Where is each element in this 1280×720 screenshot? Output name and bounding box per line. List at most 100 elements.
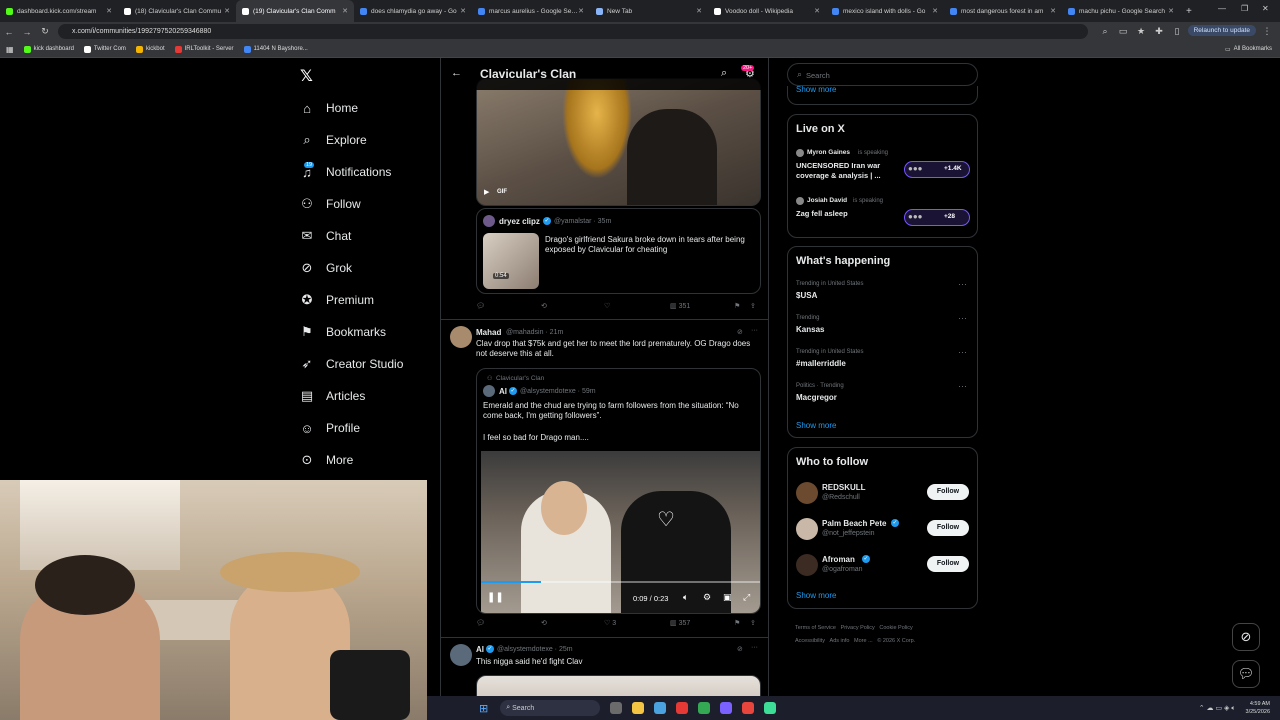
relaunch-button[interactable]: Relaunch to update bbox=[1187, 25, 1256, 36]
back-arrow-icon[interactable]: ← bbox=[451, 67, 462, 79]
new-tab-button[interactable]: + bbox=[1186, 6, 1192, 17]
footer-link[interactable]: Ads info bbox=[830, 638, 850, 644]
close-icon[interactable]: ✕ bbox=[224, 7, 230, 15]
taskbar-search[interactable]: ⌕ Search bbox=[500, 700, 601, 716]
star-icon[interactable]: ★ bbox=[1132, 26, 1150, 37]
author-handle[interactable]: @yamalstar · 35m bbox=[554, 218, 611, 225]
bookmark-item[interactable]: kick dashboard bbox=[23, 45, 74, 53]
post-media[interactable] bbox=[476, 675, 761, 696]
video-player[interactable]: ♡ ❚❚ 0:09 / 0:23 🔈︎ ⚙ ▣ ⤢ bbox=[481, 451, 760, 613]
browser-tab[interactable]: machu pichu - Google Search ✕ bbox=[1062, 0, 1180, 22]
footer-link[interactable]: Terms of Service bbox=[795, 625, 836, 631]
close-icon[interactable]: ✕ bbox=[342, 7, 348, 15]
share-icon[interactable]: ⇪ bbox=[750, 302, 756, 310]
browser-tab[interactable]: Voodoo doll - Wikipedia ✕ bbox=[708, 0, 826, 22]
more-icon[interactable]: ··· bbox=[751, 644, 758, 651]
grok-icon[interactable]: ⊘ bbox=[737, 645, 743, 653]
show-more-link[interactable]: Show more bbox=[796, 421, 836, 430]
more-icon[interactable]: ··· bbox=[958, 347, 967, 357]
extensions-icon[interactable]: ✚ bbox=[1150, 26, 1168, 37]
author-name[interactable]: dryez clipz bbox=[499, 217, 540, 226]
discord-icon[interactable] bbox=[720, 702, 733, 714]
bookmark-item[interactable]: 11404 N Bayshore... bbox=[243, 45, 308, 53]
chrome-icon[interactable] bbox=[698, 702, 711, 714]
close-icon[interactable]: ✕ bbox=[1168, 7, 1174, 15]
more-icon[interactable]: ··· bbox=[751, 327, 758, 334]
bookmark-item[interactable]: kickbot bbox=[135, 45, 165, 53]
browser-tab[interactable]: marcus aurelius - Google Searc ✕ bbox=[472, 0, 590, 22]
apps-icon[interactable]: ▦ bbox=[6, 45, 14, 54]
author-name[interactable]: Al bbox=[476, 645, 484, 654]
task-view-icon[interactable] bbox=[610, 702, 623, 714]
quoted-post[interactable]: ⚇ Clavicular's Clan Al ✓ @alsystemdotexe… bbox=[476, 368, 761, 614]
reload-icon[interactable]: ↻ bbox=[36, 26, 54, 37]
show-more-link[interactable]: Show more bbox=[796, 85, 836, 94]
grok-icon[interactable]: ⊘ bbox=[737, 328, 743, 336]
minimize-icon[interactable]: — bbox=[1218, 4, 1226, 13]
settings-icon[interactable]: ⚙ bbox=[703, 592, 711, 603]
windows-start-icon[interactable]: ⊞ bbox=[479, 702, 488, 715]
close-icon[interactable]: ✕ bbox=[460, 7, 466, 15]
nav-item-bookmarks[interactable]: ⚑ Bookmarks bbox=[298, 320, 386, 344]
reply-icon[interactable]: 💬︎ bbox=[476, 619, 485, 627]
nav-item-creator-studio[interactable]: ➶ Creator Studio bbox=[298, 352, 404, 376]
url-field[interactable]: x.com/i/communities/1992797520259346880 bbox=[58, 24, 1088, 39]
close-icon[interactable]: ✕ bbox=[932, 7, 938, 15]
repost-icon[interactable]: ⟲ bbox=[541, 302, 547, 310]
maximize-icon[interactable]: ❐ bbox=[1241, 4, 1248, 13]
pip-icon[interactable]: ▣ bbox=[723, 592, 732, 603]
volume-icon[interactable]: 🔈︎ bbox=[683, 592, 688, 603]
search-box[interactable]: ⌕ Search bbox=[787, 63, 978, 86]
author-handle[interactable]: @alsystemdotexe · 59m bbox=[520, 388, 596, 395]
nav-item-chat[interactable]: ✉ Chat bbox=[298, 224, 352, 248]
nav-item-more[interactable]: ⊙ More bbox=[298, 448, 354, 472]
author-handle[interactable]: @mahadsin · 21m bbox=[506, 329, 563, 336]
messages-float-button[interactable]: 💬︎ bbox=[1232, 660, 1260, 688]
app-icon[interactable] bbox=[764, 702, 777, 714]
obs-icon[interactable] bbox=[676, 702, 689, 714]
follow-button[interactable]: Follow bbox=[927, 520, 969, 536]
menu-icon[interactable]: ⋮ bbox=[1258, 26, 1276, 37]
more-icon[interactable]: ··· bbox=[958, 313, 967, 323]
author-name[interactable]: Mahad bbox=[476, 328, 501, 337]
forward-icon[interactable]: → bbox=[18, 27, 36, 37]
footer-link[interactable]: Privacy Policy bbox=[841, 625, 875, 631]
bookmark-item[interactable]: IRLToolkit - Server bbox=[174, 45, 234, 53]
share-icon[interactable]: ⇪ bbox=[750, 619, 756, 627]
author-handle[interactable]: @alsystemdotexe · 25m bbox=[497, 646, 573, 653]
play-icon[interactable]: ▶ bbox=[484, 188, 489, 196]
close-icon[interactable]: ✕ bbox=[106, 7, 112, 15]
browser-tab[interactable]: most dangerous forest in am ✕ bbox=[944, 0, 1062, 22]
repost-icon[interactable]: ⟲ bbox=[541, 619, 547, 627]
x-logo[interactable]: 𝕏 bbox=[300, 66, 313, 86]
nav-item-home[interactable]: ⌂ Home bbox=[298, 96, 358, 120]
like-icon[interactable]: ♡ 3 bbox=[604, 619, 616, 627]
views-icon[interactable]: ▥ 357 bbox=[670, 619, 690, 627]
browser-tab[interactable]: (18) Clavicular's Clan Commu ✕ bbox=[118, 0, 236, 22]
views-icon[interactable]: ▥ 351 bbox=[670, 302, 690, 310]
cast-icon[interactable]: ▭ bbox=[1114, 26, 1132, 37]
close-icon[interactable]: ✕ bbox=[1050, 7, 1056, 15]
reply-icon[interactable]: 💬︎ bbox=[476, 302, 485, 310]
show-more-link[interactable]: Show more bbox=[796, 591, 836, 600]
avatar[interactable] bbox=[450, 644, 472, 666]
file-explorer-icon[interactable] bbox=[632, 702, 645, 714]
nav-item-profile[interactable]: ☺ Profile bbox=[298, 416, 360, 440]
close-icon[interactable]: ✕ bbox=[814, 7, 820, 15]
footer-link[interactable]: More ... bbox=[854, 638, 873, 644]
footer-link[interactable]: Cookie Policy bbox=[879, 625, 912, 631]
browser-tab[interactable]: dashboard.kick.com/stream ✕ bbox=[0, 0, 118, 22]
browser-tab[interactable]: mexico island with dolls - Go ✕ bbox=[826, 0, 944, 22]
more-icon[interactable]: ··· bbox=[958, 381, 967, 391]
quoted-post[interactable]: dryez clipz ✓ @yamalstar · 35m 0:54 Drag… bbox=[476, 208, 761, 294]
fullscreen-icon[interactable]: ⤢ bbox=[743, 592, 750, 603]
like-icon[interactable]: ♡ bbox=[604, 302, 610, 310]
zoom-icon[interactable]: ⌕ bbox=[1096, 26, 1114, 37]
nav-item-explore[interactable]: ⌕ Explore bbox=[298, 128, 366, 152]
all-bookmarks[interactable]: ▭ All Bookmarks bbox=[1225, 46, 1272, 53]
back-icon[interactable]: ← bbox=[0, 27, 18, 37]
window-close-icon[interactable]: ✕ bbox=[1262, 4, 1269, 13]
follow-button[interactable]: Follow bbox=[927, 484, 969, 500]
pause-icon[interactable]: ❚❚ bbox=[487, 592, 504, 603]
close-icon[interactable]: ✕ bbox=[696, 7, 702, 15]
